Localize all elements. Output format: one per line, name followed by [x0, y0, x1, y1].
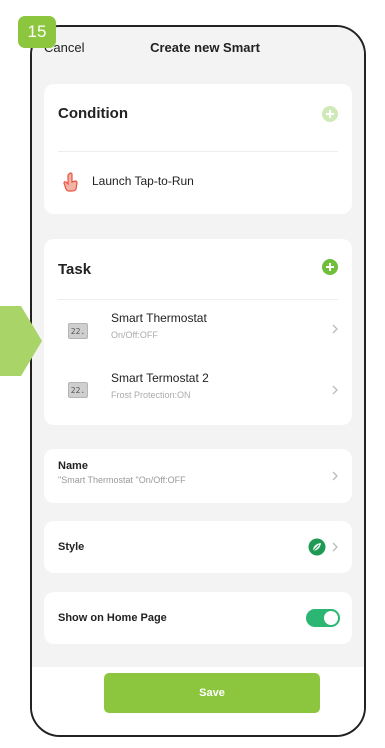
- task-card: Task 22. Smart Thermostat On/Off:OFF 22.…: [44, 239, 352, 425]
- show-on-home-page-toggle[interactable]: [306, 609, 340, 627]
- navigation-bar: Cancel Create new Smart: [32, 27, 364, 69]
- task-item-name: Smart Termostat 2: [111, 371, 209, 385]
- plus-circle-icon[interactable]: [322, 259, 338, 275]
- hand-tap-icon: [63, 172, 79, 192]
- task-item[interactable]: 22. Smart Termostat 2 Frost Protection:O…: [44, 359, 352, 419]
- task-item-status: Frost Protection:ON: [111, 390, 191, 400]
- leaf-icon: [308, 538, 326, 556]
- plus-circle-icon[interactable]: [322, 106, 338, 122]
- thermostat-icon: 22.: [68, 323, 88, 339]
- save-button[interactable]: Save: [104, 673, 320, 713]
- divider: [58, 151, 338, 152]
- step-number-badge: 15: [18, 16, 56, 48]
- task-title: Task: [58, 261, 92, 278]
- show-on-home-page-label: Show on Home Page: [58, 612, 167, 624]
- chevron-right-icon: [330, 540, 340, 554]
- toggle-knob: [324, 611, 338, 625]
- style-label: Style: [58, 541, 85, 553]
- style-row[interactable]: Style: [44, 521, 352, 573]
- name-row[interactable]: Name "Smart Thermostat "On/Off:OFF: [44, 449, 352, 503]
- phone-screen: Cancel Create new Smart Condition Launch…: [30, 25, 366, 737]
- chevron-right-icon: [330, 322, 340, 336]
- condition-title: Condition: [58, 105, 128, 122]
- show-on-home-page-row: Show on Home Page: [44, 592, 352, 644]
- chevron-right-icon: [330, 383, 340, 397]
- chevron-right-icon: [330, 469, 340, 483]
- condition-item-label: Launch Tap-to-Run: [92, 174, 194, 188]
- bottom-bar: Save: [32, 667, 364, 735]
- task-item-name: Smart Thermostat: [111, 311, 207, 325]
- task-item-status: On/Off:OFF: [111, 330, 158, 340]
- thermostat-icon: 22.: [68, 382, 88, 398]
- page-title: Create new Smart: [150, 40, 260, 55]
- condition-card: Condition Launch Tap-to-Run: [44, 84, 352, 214]
- name-value: "Smart Thermostat "On/Off:OFF: [58, 475, 186, 485]
- divider: [58, 299, 338, 300]
- condition-item-launch-tap-to-run[interactable]: Launch Tap-to-Run: [44, 154, 352, 209]
- name-label: Name: [58, 460, 88, 472]
- task-item[interactable]: 22. Smart Thermostat On/Off:OFF: [44, 301, 352, 359]
